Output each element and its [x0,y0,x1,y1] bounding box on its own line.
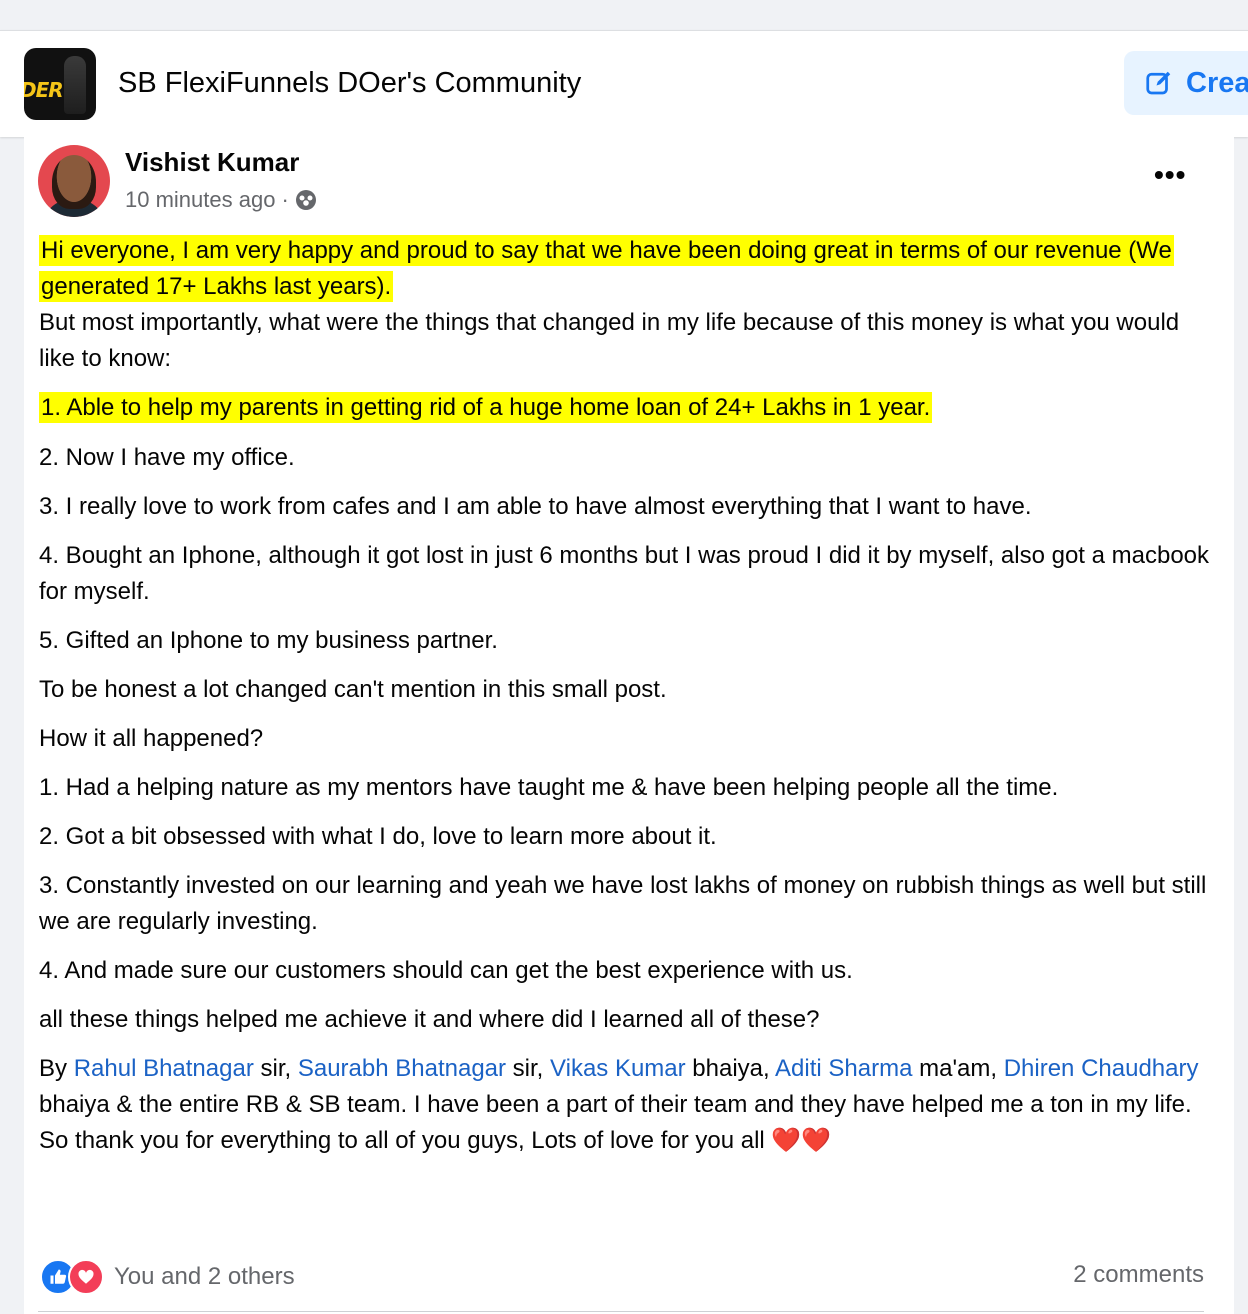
mention-rahul[interactable]: Rahul Bhatnagar [74,1055,254,1082]
mention-dhiren[interactable]: Dhiren Chaudhary [1004,1055,1199,1082]
logo-figure [64,56,86,114]
avatar-face [52,155,96,209]
top-strip [0,0,1248,30]
comments-count[interactable]: 2 comments [1073,1261,1204,1289]
edit-icon [1146,71,1171,95]
change-item: 2. Now I have my office. [39,444,295,471]
closing-text: bhaiya & the entire RB & SB team. I have… [39,1091,1192,1154]
hearts-emoji: ❤️❤️ [771,1127,832,1154]
sir-text: sir, [506,1055,551,1082]
change-item: 5. Gifted an Iphone to my business partn… [39,627,498,654]
change-item: 4. Bought an Iphone, although it got los… [39,542,1210,605]
group-header: DER SB FlexiFunnels DOer's Community Cre… [0,30,1248,137]
by-text: By [39,1055,68,1082]
post-content: Hi everyone, I am very happy and proud t… [39,233,1219,1159]
love-icon [68,1259,104,1295]
question-text: all these things helped me achieve it an… [39,1006,820,1033]
create-post-button[interactable]: Crea [1124,51,1248,115]
footer-divider [38,1311,1204,1312]
post-meta: 10 minutes ago · [125,187,317,213]
reason-item: 2. Got a bit obsessed with what I do, lo… [39,823,717,850]
intro-text: But most importantly, what were the thin… [39,309,1180,372]
change-item-highlighted: 1. Able to help my parents in getting ri… [39,392,933,423]
reason-item: 1. Had a helping nature as my mentors ha… [39,774,1059,801]
avatar[interactable] [38,145,110,217]
mention-vikas[interactable]: Vikas Kumar [550,1055,686,1082]
bhaiya-text: bhaiya, [685,1055,776,1082]
group-logo[interactable]: DER [24,48,96,120]
group-title[interactable]: SB FlexiFunnels DOer's Community [118,67,581,100]
maam-text: ma'am, [912,1055,1004,1082]
change-item: 3. I really love to work from cafes and … [39,493,1032,520]
reactions-text: You and 2 others [114,1263,295,1290]
author-name[interactable]: Vishist Kumar [125,147,299,178]
how-text: How it all happened? [39,725,264,752]
highlighted-intro: Hi everyone, I am very happy and proud t… [39,235,1174,302]
post-card: Vishist Kumar 10 minutes ago · ••• Hi ev… [24,137,1234,1314]
reason-item: 3. Constantly invested on our learning a… [39,872,1207,935]
logo-text: DER [24,78,64,102]
meta-separator: · [281,187,289,212]
reason-item: 4. And made sure our customers should ca… [39,957,853,984]
thanks-paragraph: By Rahul Bhatnagar sir, Saurabh Bhatnaga… [39,1051,1219,1159]
sir-text: sir, [253,1055,298,1082]
honest-text: To be honest a lot changed can't mention… [39,676,667,703]
group-privacy-icon[interactable] [295,189,317,211]
mention-saurabh[interactable]: Saurabh Bhatnagar [298,1055,506,1082]
mention-aditi[interactable]: Aditi Sharma [775,1055,912,1082]
reactions-summary[interactable]: You and 2 others [40,1259,295,1295]
post-time[interactable]: 10 minutes ago [125,187,275,213]
more-options-button[interactable]: ••• [1154,161,1186,189]
create-label: Crea [1186,66,1248,99]
